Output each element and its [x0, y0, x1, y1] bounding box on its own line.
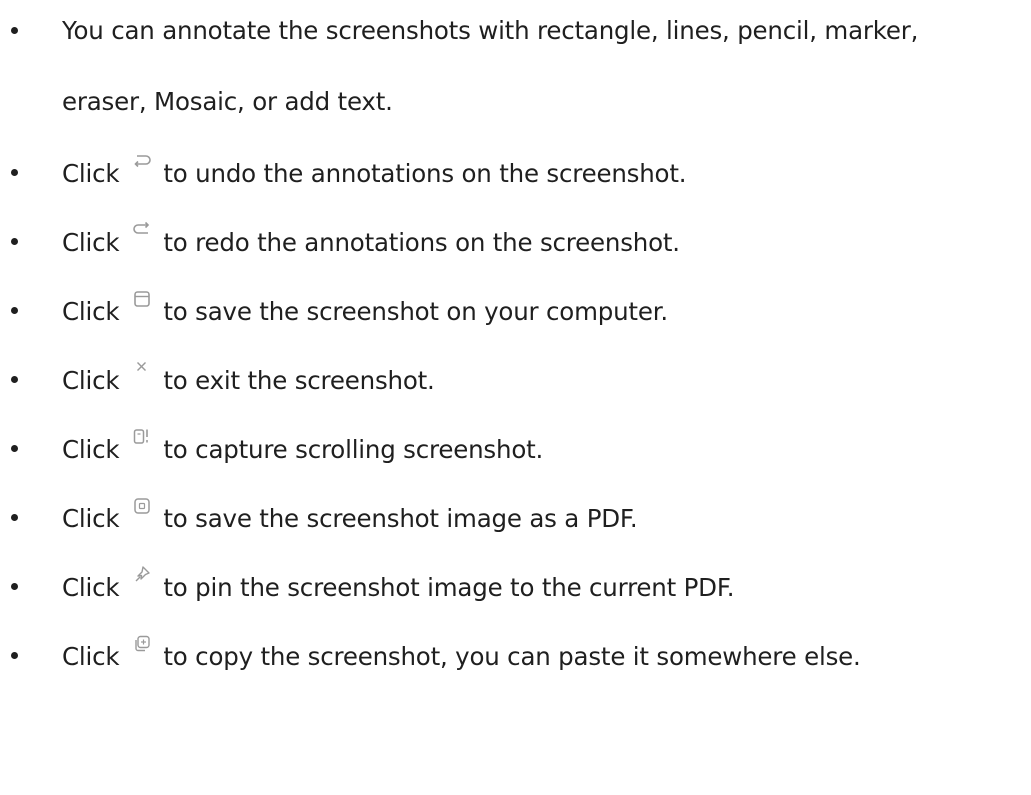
list-item-pin: Click to pin the screenshot image to the …	[0, 561, 1031, 621]
list-item-annotate-continued: eraser, Mosaic, or add text.	[0, 76, 1031, 136]
document: You can annotate the screenshots with re…	[0, 0, 1031, 795]
list-item-line: Click to capture scrolling screenshot.	[62, 423, 543, 475]
list-item-text: to pin the screenshot image to the curre…	[163, 573, 735, 602]
redo-icon	[129, 218, 155, 244]
click-label: Click	[62, 435, 120, 464]
list-item-save-pdf: Click to save the screenshot image as a P…	[0, 492, 1031, 552]
list-item-exit: Click to exit the screenshot.	[0, 354, 1031, 414]
undo-icon	[129, 149, 155, 175]
click-label: Click	[62, 366, 120, 395]
list-item-save: Click to save the screenshot on your comp…	[0, 285, 1031, 345]
copy-icon	[129, 632, 155, 658]
list-item-text: to copy the screenshot, you can paste it…	[163, 642, 861, 671]
click-label: Click	[62, 228, 120, 257]
list-item-line: Click to pin the screenshot image to the …	[62, 561, 735, 613]
list-item-text: to save the screenshot image as a PDF.	[163, 504, 638, 533]
bullet	[11, 583, 18, 590]
list-item-line: Click to redo the annotations on the scre…	[62, 216, 680, 268]
bullet	[11, 514, 18, 521]
list-item-line: Click to exit the screenshot.	[62, 354, 435, 406]
list-item-scroll-capture: Click to capture scrolling screenshot.	[0, 423, 1031, 483]
list-item-text: to capture scrolling screenshot.	[163, 435, 544, 464]
list-item-text: to redo the annotations on the screensho…	[163, 228, 680, 257]
bullet	[11, 652, 18, 659]
list-item-line: Click to copy the screenshot, you can pas…	[62, 630, 861, 682]
click-label: Click	[62, 159, 120, 188]
list-item-line: Click to undo the annotations on the scre…	[62, 147, 687, 199]
bullet	[11, 445, 18, 452]
list-item-text: You can annotate the screenshots with re…	[62, 16, 919, 45]
list-item-copy: Click to copy the screenshot, you can pas…	[0, 630, 1031, 690]
list-item-line: Click to save the screenshot on your comp…	[62, 285, 668, 337]
list-item-text: to save the screenshot on your computer.	[163, 297, 668, 326]
bullet	[11, 238, 18, 245]
save-icon	[129, 287, 155, 313]
click-label: Click	[62, 297, 120, 326]
close-icon	[129, 356, 155, 382]
list-item-annotate: You can annotate the screenshots with re…	[0, 5, 1031, 65]
bullet	[11, 27, 18, 34]
bullet	[11, 169, 18, 176]
click-label: Click	[62, 642, 120, 671]
scroll-capture-icon	[129, 425, 155, 451]
list-item-text: to exit the screenshot.	[163, 366, 435, 395]
list-item-redo: Click to redo the annotations on the scre…	[0, 216, 1031, 276]
pin-icon	[129, 563, 155, 589]
click-label: Click	[62, 504, 120, 533]
list-item-text: to undo the annotations on the screensho…	[163, 159, 687, 188]
click-label: Click	[62, 573, 120, 602]
list-item-text: eraser, Mosaic, or add text.	[62, 87, 393, 116]
save-as-pdf-icon	[129, 494, 155, 520]
list-item-undo: Click to undo the annotations on the scre…	[0, 147, 1031, 207]
bullet	[11, 376, 18, 383]
bullet	[11, 307, 18, 314]
list-item-line: Click to save the screenshot image as a P…	[62, 492, 638, 544]
